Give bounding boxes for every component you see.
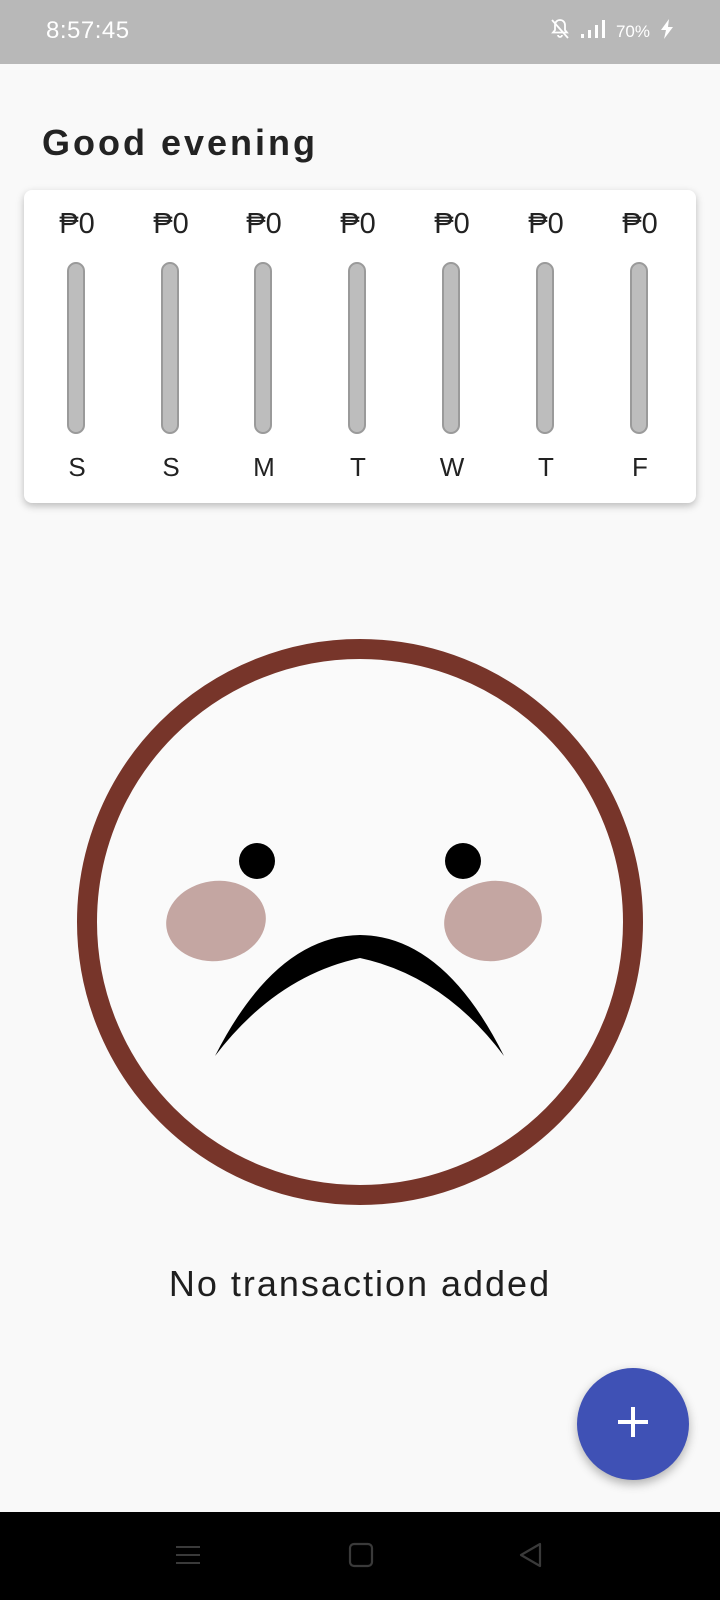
day-column: ₱0 S — [47, 190, 107, 503]
status-bar: 8:57:45 70% — [0, 0, 720, 64]
day-bar — [630, 262, 648, 434]
day-column: ₱0 T — [328, 190, 388, 503]
day-bar — [254, 262, 272, 434]
status-icons: 70% — [550, 18, 674, 45]
day-label: M — [253, 452, 275, 482]
sad-face-illustration — [76, 638, 644, 1211]
day-bar — [536, 262, 554, 434]
day-amount: ₱0 — [59, 208, 95, 240]
day-label: T — [350, 452, 366, 482]
day-amount: ₱0 — [246, 208, 282, 240]
back-icon[interactable] — [518, 1542, 544, 1573]
day-label: S — [68, 452, 86, 482]
weekly-spending-card: ₱0 S ₱0 S ₱0 M ₱0 T ₱0 W ₱0 T ₱0 F — [24, 190, 696, 503]
day-bar — [161, 262, 179, 434]
day-amount: ₱0 — [622, 208, 658, 240]
day-label: S — [162, 452, 180, 482]
day-column: ₱0 W — [422, 190, 482, 503]
day-label: F — [632, 452, 648, 482]
day-amount: ₱0 — [153, 208, 189, 240]
plus-icon — [616, 1405, 650, 1444]
right-eye — [445, 843, 481, 879]
day-label: T — [538, 452, 554, 482]
day-column: ₱0 F — [610, 190, 670, 503]
add-transaction-button[interactable] — [577, 1368, 689, 1480]
day-label: W — [439, 452, 465, 482]
left-eye — [239, 843, 275, 879]
day-column: ₱0 S — [141, 190, 201, 503]
greeting-title: Good evening — [42, 122, 319, 163]
empty-state-message: No transaction added — [168, 1263, 552, 1304]
day-bar — [442, 262, 460, 434]
mute-notifications-icon — [550, 18, 570, 45]
day-amount: ₱0 — [528, 208, 564, 240]
home-icon[interactable] — [348, 1542, 374, 1573]
battery-percent: 70% — [615, 21, 650, 41]
menu-icon[interactable] — [175, 1542, 201, 1573]
system-nav-bar — [0, 1512, 720, 1600]
day-bar — [348, 262, 366, 434]
day-bar — [67, 262, 85, 434]
day-amount: ₱0 — [434, 208, 470, 240]
signal-icon — [580, 19, 606, 44]
charging-icon — [660, 19, 674, 44]
day-column: ₱0 M — [234, 190, 294, 503]
day-column: ₱0 T — [516, 190, 576, 503]
status-time: 8:57:45 — [46, 17, 130, 44]
day-amount: ₱0 — [340, 208, 376, 240]
